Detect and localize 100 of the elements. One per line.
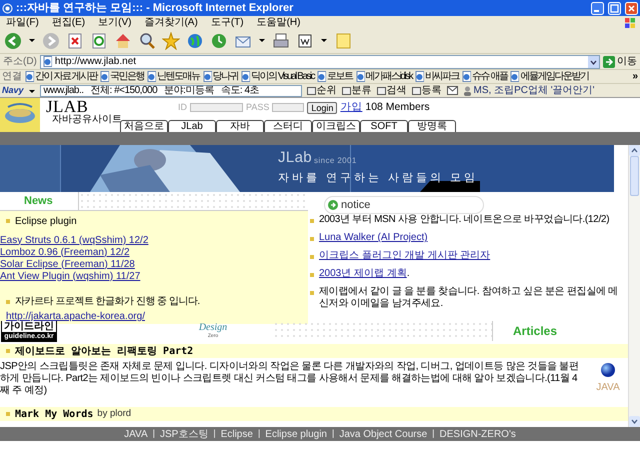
menu-item[interactable]: 파일(F) <box>6 18 39 28</box>
notice-link[interactable]: 이크립스 플러그인 개발 게시판 관리자 <box>319 250 490 262</box>
news-ticker-link[interactable]: MS, 조립PC업체 '끌어안기' <box>462 84 595 97</box>
go-button[interactable]: 이동 <box>603 54 640 69</box>
window-title: :::자바를 연구하는 모임::: - Microsoft Internet Explorer <box>16 0 294 16</box>
sphere-icon <box>601 363 615 377</box>
folder-icon <box>342 86 351 95</box>
footer-link[interactable]: Java Object Course <box>339 426 428 442</box>
news-category: Eclipse plugin <box>15 214 77 228</box>
link-button[interactable]: 비씨파크 <box>415 70 460 83</box>
links-label: 연결 <box>2 70 22 83</box>
page-icon <box>25 71 34 82</box>
nav-tab[interactable]: 자바 <box>216 120 264 132</box>
link-button[interactable]: 간이 자료 게시판 <box>25 70 98 83</box>
page-icon <box>241 71 250 82</box>
toolbar-button[interactable]: 분류 <box>342 84 372 97</box>
banner-since: since 2001 <box>314 157 357 165</box>
login-button[interactable]: Login <box>307 102 338 114</box>
news-heading: News <box>23 194 54 209</box>
footer-link[interactable]: DESIGN-ZERO's <box>440 426 516 442</box>
clock-icon[interactable] <box>210 32 228 50</box>
toolbar-button[interactable]: 검색 <box>376 84 407 97</box>
maximize-button[interactable] <box>608 2 621 14</box>
star-icon[interactable] <box>162 32 180 50</box>
nav-tab[interactable]: JLab <box>168 120 216 132</box>
bullet-icon <box>310 255 314 259</box>
news-link[interactable]: Lomboz 0.96 (Freeman) 12/2 <box>0 244 130 260</box>
menu-item[interactable]: 즐겨찾기(A) <box>144 18 198 28</box>
scrollbar[interactable] <box>628 145 640 427</box>
article-title[interactable]: Mark My Words <box>15 406 94 422</box>
footer-link[interactable]: Eclipse <box>220 426 253 442</box>
document-icon[interactable] <box>296 32 314 50</box>
scroll-thumb[interactable] <box>630 156 639 196</box>
nav-tab[interactable]: 이크립스 <box>312 120 360 132</box>
footer-link[interactable]: Eclipse plugin <box>265 426 327 442</box>
news-link[interactable]: Ant View Plugin (wqshim) 11/27 <box>0 268 140 284</box>
news-text: 자카르타 프로젝트 한글화가 진행 중 입니다. <box>15 295 200 309</box>
toolbar-button[interactable]: 등록 <box>412 84 442 97</box>
home-icon[interactable] <box>114 32 132 50</box>
page-icon <box>147 71 156 82</box>
page-icon <box>462 71 472 82</box>
footer-link[interactable]: JSP호스팅 <box>160 426 208 442</box>
globe-icon[interactable] <box>186 32 204 50</box>
link-button[interactable]: 메가패스idisk <box>356 70 412 83</box>
notice-link[interactable]: 2003년 제이랩 계획 <box>319 268 407 280</box>
nav-tab[interactable]: 처음으로 <box>120 120 168 132</box>
link-button[interactable]: 슈슈 애플 <box>462 70 508 83</box>
notice-text: 제이랩에서 같이 글 을 분를 찾습니다. 참여하고 싶은 분은 편집실에 메신저와 이메일을 남겨주세요. <box>319 286 619 310</box>
bullet-icon <box>310 237 314 241</box>
folder-icon <box>376 86 386 95</box>
articles-heading: Articles <box>513 323 558 340</box>
news-link[interactable]: Easy Struts 0.6.1 (wqSshim) 12/2 <box>0 232 148 248</box>
stop-icon[interactable] <box>66 32 84 50</box>
notice-link[interactable]: Luna Walker (AI Project) <box>319 232 428 244</box>
design-zero-logo[interactable]: Design <box>198 323 228 333</box>
separator-text: | <box>332 427 334 440</box>
folder-icon <box>412 86 421 95</box>
page-icon <box>100 71 110 82</box>
site-logo: JLAB <box>46 98 88 115</box>
page-icon <box>356 71 365 82</box>
notice-heading: notice <box>341 198 370 213</box>
member-count: 108 Members <box>365 100 430 115</box>
menu-item[interactable]: 편집(E) <box>52 18 86 28</box>
link-button[interactable]: 닌텐도매뉴 <box>147 70 200 83</box>
minimize-button[interactable] <box>591 2 604 14</box>
link-button[interactable]: 로보트 <box>317 70 353 83</box>
join-link[interactable]: 가입 <box>340 100 362 116</box>
link-button[interactable]: 에뮬게임다운받기 <box>510 70 588 83</box>
menu-item[interactable]: 도움말(H) <box>256 18 300 28</box>
nav-tab[interactable]: SOFT <box>360 120 408 132</box>
news-link[interactable]: Solar Eclipse (Freeman) 11/28 <box>0 256 135 272</box>
article-author: by plord <box>97 406 132 421</box>
more-links-button[interactable]: » <box>632 70 640 83</box>
toolbar-button[interactable]: 순위 <box>306 84 337 97</box>
separator-text: | <box>152 427 155 440</box>
envelope-icon[interactable] <box>446 86 458 95</box>
bullet-icon <box>6 412 10 416</box>
link-button[interactable]: 딕이의 Visual Basic <box>241 70 314 83</box>
nav-tab[interactable]: 방명록 <box>408 120 456 132</box>
article-summary: JSP안의 스크립틀릿은 존재 자체로 문제 입니다. 디자이너와의 작업은 물론 다른 개발자와의 작업, 디버그, 업데이트등 많은 것들을 불편하게 만듭니다. Part2는 제이보드의 빈이나 스크립트렛 대신 커스텀 태그를 사용해서 문제를 해결하는법에 대해 알아 보겠습니다.(11월 4째 주 예정) <box>0 361 580 397</box>
link-button[interactable]: 당나귀 <box>202 70 238 83</box>
password-field[interactable] <box>272 103 304 112</box>
bullet-icon <box>6 219 10 223</box>
separator-text: | <box>213 427 216 440</box>
address-field[interactable]: http://www.jlab.net <box>40 54 600 68</box>
bullet-icon <box>310 219 314 223</box>
page-icon <box>510 71 520 82</box>
link-button[interactable]: 국민은행 <box>100 70 144 83</box>
footer-link[interactable]: JAVA <box>124 426 148 442</box>
menu-item[interactable]: 도구(T) <box>210 18 244 28</box>
bullet-icon <box>6 349 10 353</box>
site-tagline: 자바공유사이트 <box>51 115 122 125</box>
nav-tab[interactable]: 스터디 <box>264 120 312 132</box>
close-button[interactable] <box>625 2 638 14</box>
menu-item[interactable]: 보기(V) <box>98 18 132 28</box>
search-icon[interactable] <box>138 32 156 50</box>
brand-logo[interactable]: Navy <box>2 84 24 97</box>
printer-icon[interactable] <box>272 32 290 50</box>
page-icon <box>415 71 424 82</box>
id-field[interactable] <box>190 103 243 112</box>
